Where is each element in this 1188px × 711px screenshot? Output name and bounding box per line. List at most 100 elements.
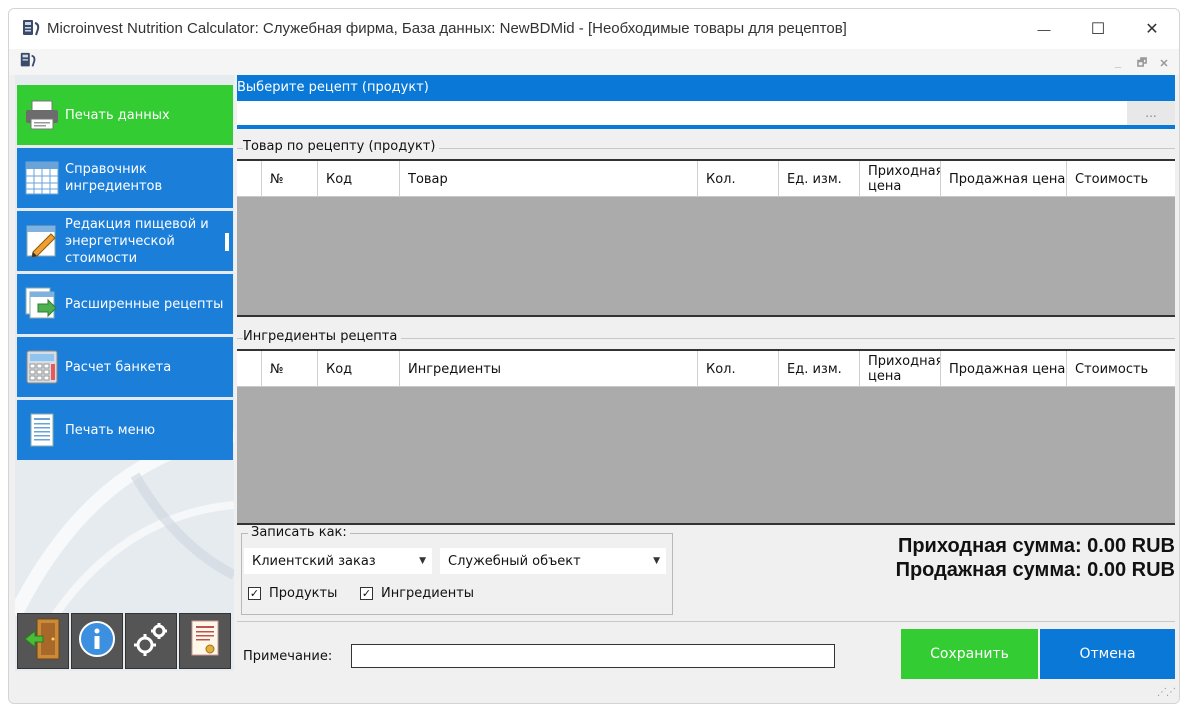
sidebar-item-label: Редакция пищевой и энергетической стоимо…	[65, 216, 209, 266]
purchase-total: Приходная сумма: 0.00 RUB	[897, 535, 1175, 557]
status-bar: ⋰⋰	[9, 679, 1179, 703]
column-header[interactable]: Приходная цена	[860, 351, 941, 387]
sale-total: Продажная сумма: 0.00 RUB	[895, 559, 1175, 581]
recipe-input[interactable]	[237, 101, 1127, 125]
recipe-select-row: ...	[237, 99, 1175, 129]
column-header[interactable]: Стоимость	[1067, 161, 1175, 197]
sidebar-item-label: Расширенные рецепты	[65, 296, 224, 312]
table-icon	[23, 159, 61, 197]
ingredients-group-title: Ингредиенты рецепта	[243, 329, 402, 344]
sidebar-item-label: Справочник ингредиентов	[65, 162, 163, 194]
column-header[interactable]: Кол.	[698, 161, 779, 197]
app-logo-icon	[21, 19, 41, 43]
column-header[interactable]: Ингредиенты	[400, 351, 698, 387]
mdi-restore-button[interactable]: 🗗	[1133, 55, 1151, 71]
maximize-icon: ☐	[1090, 21, 1106, 38]
sidebar-item-banquet-calculation[interactable]: Расчет банкета	[17, 337, 233, 397]
recipe-browse-button[interactable]: ...	[1127, 101, 1175, 125]
sidebar: Печать данных Справочник ингредиентов Ре…	[15, 75, 234, 671]
document-type-value: Клиентский заказ	[252, 553, 376, 569]
app-window: Microinvest Nutrition Calculator: Служеб…	[8, 8, 1180, 704]
column-header[interactable]: Код	[318, 161, 400, 197]
sidebar-item-label: Расчет банкета	[65, 359, 172, 375]
sidebar-item-extended-recipes[interactable]: Расширенные рецепты	[17, 274, 233, 334]
printer-icon	[23, 96, 61, 134]
certificate-icon	[190, 619, 220, 663]
sidebar-item-ingredients-directory[interactable]: Справочник ингредиентов	[17, 148, 233, 208]
ingredients-grid-body[interactable]	[237, 387, 1175, 525]
calculator-icon	[23, 348, 61, 386]
note-input[interactable]	[351, 644, 835, 668]
settings-button[interactable]	[125, 613, 177, 669]
column-header[interactable]: Приходная цена	[860, 161, 941, 197]
sidebar-item-label: Печать меню	[65, 422, 156, 438]
object-value: Служебный объект	[448, 553, 581, 569]
products-group-header: Товар по рецепту (продукт)	[237, 139, 1175, 157]
column-header[interactable]: Код	[318, 351, 400, 387]
mdi-child-logo-icon	[19, 52, 37, 74]
mdi-close-icon: ✕	[1159, 57, 1169, 70]
title-bar[interactable]: Microinvest Nutrition Calculator: Служеб…	[9, 9, 1179, 49]
footer-divider	[237, 621, 1175, 622]
window-title: Microinvest Nutrition Calculator: Служеб…	[47, 20, 847, 37]
cancel-button[interactable]: Отмена	[1040, 629, 1175, 679]
note-label: Примечание:	[243, 649, 333, 664]
minimize-button[interactable]: —	[1017, 9, 1071, 49]
sidebar-item-print-menu[interactable]: Печать меню	[17, 400, 233, 460]
chevron-down-icon: ▼	[653, 556, 660, 566]
products-group-title: Товар по рецепту (продукт)	[243, 139, 440, 154]
info-button[interactable]	[71, 613, 123, 669]
products-grid-header: № Код Товар Кол. Ед. изм. Приходная цена…	[237, 161, 1175, 197]
ingredients-checkbox[interactable]: ✓ Ингредиенты	[360, 586, 474, 601]
row-selector-header	[237, 161, 262, 197]
menu-document-icon	[23, 411, 61, 449]
products-checkbox[interactable]: ✓ Продукты	[248, 586, 337, 601]
info-icon	[78, 620, 116, 662]
products-grid-body[interactable]	[237, 197, 1175, 317]
ingredients-grid[interactable]: № Код Ингредиенты Кол. Ед. изм. Приходна…	[237, 349, 1175, 527]
products-checkbox-label: Продукты	[269, 586, 338, 601]
mdi-restore-icon: 🗗	[1136, 56, 1148, 69]
mdi-minimize-button[interactable]: _	[1109, 55, 1127, 71]
recipe-select-label: Выберите рецепт (продукт)	[237, 75, 1175, 99]
mdi-minimize-icon: _	[1114, 57, 1122, 69]
save-button[interactable]: Сохранить	[901, 629, 1038, 679]
column-header[interactable]: Товар	[400, 161, 698, 197]
save-as-legend: Записать как:	[248, 525, 350, 540]
object-select[interactable]: Служебный объект ▼	[440, 548, 666, 574]
main-content: Выберите рецепт (продукт) ... Товар по р…	[237, 75, 1177, 679]
column-header[interactable]: Продажная цена	[941, 161, 1067, 197]
exit-door-icon	[23, 617, 63, 665]
ingredients-checkbox-label: Ингредиенты	[381, 586, 475, 601]
column-header[interactable]: №	[262, 351, 318, 387]
column-header[interactable]: №	[262, 161, 318, 197]
row-selector-header	[237, 351, 262, 387]
ingredients-group-header: Ингредиенты рецепта	[237, 329, 1175, 347]
close-icon: ✕	[1145, 21, 1159, 38]
resize-grip-icon[interactable]: ⋰⋰	[1157, 687, 1176, 698]
column-header[interactable]: Ед. изм.	[779, 351, 860, 387]
edit-pencil-icon	[23, 222, 61, 260]
save-as-group: Записать как: Клиентский заказ ▼ Служебн…	[241, 525, 673, 615]
products-grid[interactable]: № Код Товар Кол. Ед. изм. Приходная цена…	[237, 159, 1175, 317]
maximize-button[interactable]: ☐	[1071, 9, 1125, 49]
column-header[interactable]: Стоимость	[1067, 351, 1175, 387]
minimize-icon: —	[1037, 21, 1051, 37]
mdi-close-button[interactable]: ✕	[1155, 55, 1173, 71]
column-header[interactable]: Продажная цена	[941, 351, 1067, 387]
close-button[interactable]: ✕	[1125, 9, 1179, 49]
sidebar-item-nutrition-edit[interactable]: Редакция пищевой и энергетической стоимо…	[17, 211, 233, 271]
ingredients-grid-header: № Код Ингредиенты Кол. Ед. изм. Приходна…	[237, 351, 1175, 387]
checkbox-checked-icon: ✓	[360, 587, 373, 600]
document-type-select[interactable]: Клиентский заказ ▼	[244, 548, 432, 574]
sidebar-item-print-data[interactable]: Печать данных	[17, 85, 233, 145]
column-header[interactable]: Ед. изм.	[779, 161, 860, 197]
checkbox-checked-icon: ✓	[248, 587, 261, 600]
recipe-pages-icon	[23, 285, 61, 323]
scroll-indicator	[225, 233, 229, 251]
exit-button[interactable]	[17, 613, 69, 669]
sidebar-item-label: Печать данных	[65, 107, 170, 123]
chevron-down-icon: ▼	[419, 556, 426, 566]
license-button[interactable]	[179, 613, 231, 669]
column-header[interactable]: Кол.	[698, 351, 779, 387]
